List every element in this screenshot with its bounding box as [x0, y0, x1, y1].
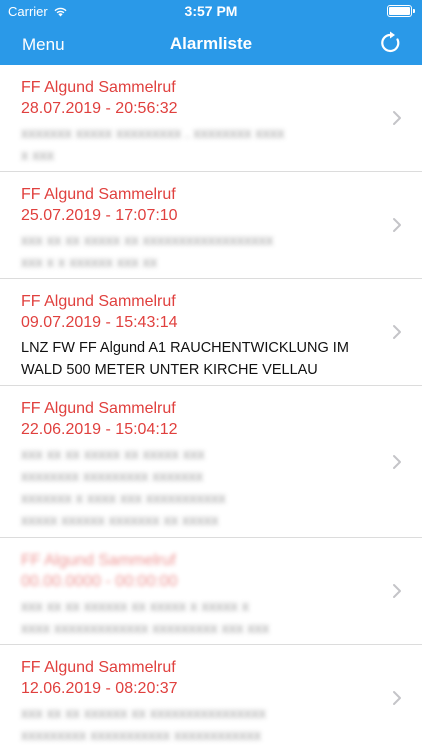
- alarm-title: FF Algund Sammelruf: [21, 293, 176, 310]
- alarm-row[interactable]: FF Algund Sammelruf 00.00.0000 - 00:00:0…: [0, 538, 422, 645]
- alarm-message: xxx xx xx xxxxxx xx xxxxxxxxxxxxxxxx xxx…: [21, 706, 266, 744]
- battery-icon: [387, 5, 415, 17]
- chevron-right-icon: [393, 454, 401, 469]
- alarm-row[interactable]: FF Algund Sammelruf 25.07.2019 - 17:07:1…: [0, 172, 422, 279]
- chevron-right-icon: [393, 325, 401, 339]
- alarm-title: FF Algund Sammelruf: [21, 400, 176, 417]
- alarm-title: FF Algund Sammelruf: [21, 186, 176, 203]
- alarm-row[interactable]: FF Algund Sammelruf 09.07.2019 - 15:43:1…: [0, 279, 422, 386]
- alarm-message: xxx xx xx xxxxx xx xxxxx xxx xxxxxxxx xx…: [21, 447, 226, 529]
- alarm-row[interactable]: FF Algund Sammelruf 12.06.2019 - 08:20:3…: [0, 645, 422, 750]
- alarm-datetime: 28.07.2019 - 20:56:32: [21, 100, 178, 117]
- alarm-row[interactable]: FF Algund Sammelruf 22.06.2019 - 15:04:1…: [0, 386, 422, 538]
- alarm-title: FF Algund Sammelruf: [21, 79, 176, 96]
- chevron-right-icon: [393, 584, 401, 598]
- status-time: 3:57 PM: [184, 3, 238, 19]
- alarm-datetime: 25.07.2019 - 17:07:10: [21, 207, 178, 224]
- alarm-message: xxxxxxx xxxxx xxxxxxxxx . xxxxxxxx xxxx …: [21, 126, 285, 164]
- alarm-title: FF Algund Sammelruf: [21, 659, 176, 676]
- alarm-row[interactable]: FF Algund Sammelruf 28.07.2019 - 20:56:3…: [0, 65, 422, 172]
- menu-button[interactable]: Menu: [22, 35, 65, 55]
- navigation-bar: Menu Alarmliste: [0, 22, 422, 65]
- status-bar: Carrier 3:57 PM: [0, 0, 422, 22]
- chevron-right-icon: [393, 218, 401, 232]
- alarm-message: xxx xx xx xxxxxx xx xxxxx x xxxxx x xxxx…: [21, 599, 270, 637]
- alarm-list: FF Algund Sammelruf 28.07.2019 - 20:56:3…: [0, 65, 422, 750]
- alarm-datetime: 12.06.2019 - 08:20:37: [21, 680, 178, 697]
- alarm-datetime: 00.00.0000 - 00:00:00: [21, 573, 178, 590]
- alarm-datetime: 09.07.2019 - 15:43:14: [21, 314, 178, 331]
- alarm-message: LNZ FW FF Algund A1 RAUCHENTWICKLUNG IM …: [21, 340, 349, 378]
- chevron-right-icon: [393, 691, 401, 705]
- refresh-icon[interactable]: [378, 30, 404, 56]
- top-bar: Carrier 3:57 PM Menu Alarmliste: [0, 0, 422, 65]
- alarm-message: xxx xx xx xxxxx xx xxxxxxxxxxxxxxxxxx xx…: [21, 233, 274, 271]
- alarm-datetime: 22.06.2019 - 15:04:12: [21, 421, 178, 438]
- alarm-title: FF Algund Sammelruf: [21, 552, 176, 569]
- chevron-right-icon: [393, 111, 401, 125]
